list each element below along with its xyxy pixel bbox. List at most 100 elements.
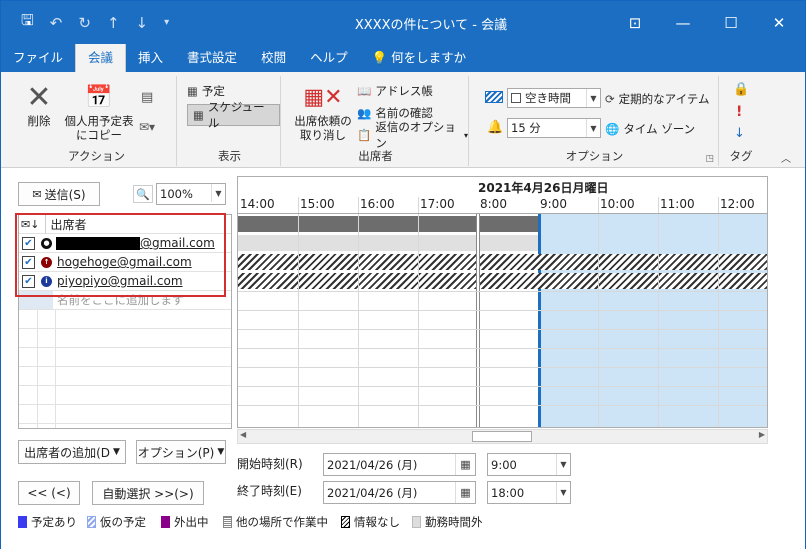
hour-label: 17:00 — [420, 197, 455, 211]
minimize-icon[interactable]: — — [659, 1, 707, 44]
autopick-button[interactable]: 自動選択 >>(>) — [92, 481, 204, 505]
legend-label: 勤務時間外 — [425, 515, 483, 529]
grid-vline — [358, 197, 359, 427]
start-date-field[interactable]: 2021/04/26 (月) ▦ — [323, 453, 476, 476]
address-book-icon: 📖 — [357, 84, 372, 98]
reminder-select[interactable]: 15 分 ▼ — [507, 118, 601, 138]
tab-meeting[interactable]: 会議 — [75, 44, 127, 72]
calendar-picker-icon[interactable]: ▦ — [455, 482, 475, 503]
close-icon[interactable]: ✕ — [755, 1, 803, 44]
attendee-row[interactable]: ✔ ● @gmail.com — [19, 234, 231, 253]
legend-label: 情報なし — [354, 515, 400, 529]
schedule-button[interactable]: ▦ スケジュール — [187, 100, 280, 130]
show-as-swatch — [511, 93, 521, 103]
start-time-select[interactable]: 9:00 ▼ — [487, 453, 571, 476]
response-options-button[interactable]: 📋 返信のオプション ▾ — [357, 120, 468, 150]
more-icon[interactable]: ✉▾ — [139, 120, 155, 134]
scroll-right-icon[interactable]: ▶ — [759, 430, 765, 439]
customize-qat-icon[interactable]: ▾ — [164, 17, 169, 28]
all-attendees-row — [480, 216, 538, 232]
forward-icon[interactable]: ▤ — [141, 90, 153, 105]
maximize-icon[interactable]: ☐ — [707, 1, 755, 44]
tab-format[interactable]: 書式設定 — [175, 44, 249, 72]
tab-help[interactable]: ヘルプ — [298, 44, 360, 72]
chevron-down-icon: ▼ — [586, 89, 600, 107]
grid-hline — [238, 348, 767, 349]
attendee-checkbox[interactable]: ✔ — [22, 236, 35, 250]
calendar-picker-icon[interactable]: ▦ — [455, 454, 475, 475]
add-attendees-label: 出席者の追加(D — [24, 445, 110, 460]
appointment-button[interactable]: ▦ 予定 — [187, 82, 225, 100]
collapse-ribbon-icon[interactable]: ︿ — [781, 150, 791, 165]
hour-label: 11:00 — [660, 197, 695, 211]
window-title: XXXXの件について - 会議 — [354, 18, 508, 33]
attendee-checkbox[interactable]: ✔ — [22, 255, 35, 269]
tell-me-label: 何をしますか — [391, 50, 467, 65]
down-arrow-icon[interactable]: ↓ — [136, 14, 149, 32]
ribbon-display-icon[interactable]: ⊡ — [611, 1, 659, 44]
hour-label: 12:00 — [720, 197, 755, 211]
send-button[interactable]: ✉ 送信(S) — [18, 182, 100, 206]
add-attendees-button[interactable]: 出席者の追加(D ▼ — [18, 440, 126, 464]
show-as-icon — [485, 91, 503, 103]
copy-to-calendar-button[interactable]: 📅 個人用予定表にコピー — [61, 82, 137, 142]
scroll-thumb[interactable] — [472, 431, 532, 442]
low-importance-icon[interactable]: ↓ — [734, 126, 745, 141]
add-attendee-placeholder[interactable]: 名前をここに追加します — [57, 292, 184, 308]
options-button[interactable]: オプション(P) ▼ — [136, 440, 226, 464]
previous-button[interactable]: << (<) — [18, 481, 80, 505]
hour-label: 14:00 — [240, 197, 275, 211]
grid-hline — [238, 291, 767, 292]
undo-icon[interactable]: ↶ — [50, 14, 63, 32]
scroll-left-icon[interactable]: ◀ — [240, 430, 246, 439]
redo-icon[interactable]: ↻ — [78, 14, 91, 32]
response-options-icon: 📋 — [357, 128, 372, 142]
delete-label: 削除 — [27, 114, 51, 128]
end-date-field[interactable]: 2021/04/26 (月) ▦ — [323, 481, 476, 504]
show-as-select[interactable]: 空き時間 ▼ — [507, 88, 601, 108]
grid-hline — [238, 329, 767, 330]
recurrence-button[interactable]: ⟳ 定期的なアイテム — [605, 90, 710, 108]
grid-hline — [238, 386, 767, 387]
hour-label: 10:00 — [600, 197, 635, 211]
grid-hline — [238, 367, 767, 368]
time-zone-button[interactable]: 🌐 タイム ゾーン — [605, 120, 695, 138]
cancel-request-button[interactable]: ▦✕ 出席依頼の取り消し — [287, 82, 359, 142]
grid-vline — [718, 197, 719, 427]
up-arrow-icon[interactable]: ↑ — [107, 14, 120, 32]
end-time-label: 終了時刻(E) — [237, 484, 302, 498]
no-info-bar — [238, 254, 767, 270]
out-of-office-swatch — [161, 516, 170, 528]
legend-label: 仮の予定 — [100, 515, 146, 529]
horizontal-scrollbar[interactable]: ◀ ▶ — [237, 429, 768, 444]
zoom-value: 100% — [160, 187, 193, 201]
window-controls: ⊡ — ☐ ✕ — [611, 1, 803, 44]
tab-file[interactable]: ファイル — [1, 44, 75, 72]
end-time-select[interactable]: 18:00 ▼ — [487, 481, 571, 504]
zoom-select[interactable]: 100% ▼ — [156, 183, 226, 205]
address-book-button[interactable]: 📖 アドレス帳 — [357, 82, 433, 100]
bell-icon: 🔔 — [487, 120, 504, 135]
chevron-down-icon: ▼ — [586, 119, 600, 137]
hour-label: 15:00 — [300, 197, 335, 211]
attendee-row[interactable]: ✔ ↑ hogehoge@gmail.com — [19, 253, 231, 272]
private-lock-icon[interactable]: 🔒 — [733, 82, 749, 97]
tab-insert[interactable]: 挿入 — [126, 44, 175, 72]
group-attendees-label: 出席者 — [358, 149, 393, 163]
legend-out-of-office: 外出中 — [161, 514, 209, 530]
response-options-label: 返信のオプション — [375, 120, 456, 150]
selected-meeting-time[interactable] — [540, 213, 767, 427]
redacted-block — [56, 236, 140, 250]
legend-label: 外出中 — [174, 515, 209, 529]
delete-button[interactable]: ✕ 削除 — [19, 82, 59, 129]
tab-review[interactable]: 校閲 — [249, 44, 298, 72]
tentative-swatch — [87, 516, 96, 528]
group-tags: 🔒 ! ↓ タグ — [721, 76, 761, 166]
address-book-label: アドレス帳 — [375, 84, 433, 98]
tell-me-search[interactable]: 💡 何をしますか — [360, 44, 479, 72]
attendee-row[interactable]: ✔ i piyopiyo@gmail.com — [19, 272, 231, 291]
add-attendee-row[interactable]: 名前をここに追加します — [19, 291, 231, 310]
save-icon[interactable]: 🖫 — [21, 10, 34, 35]
attendee-checkbox[interactable]: ✔ — [22, 274, 35, 288]
high-importance-icon[interactable]: ! — [736, 104, 742, 120]
